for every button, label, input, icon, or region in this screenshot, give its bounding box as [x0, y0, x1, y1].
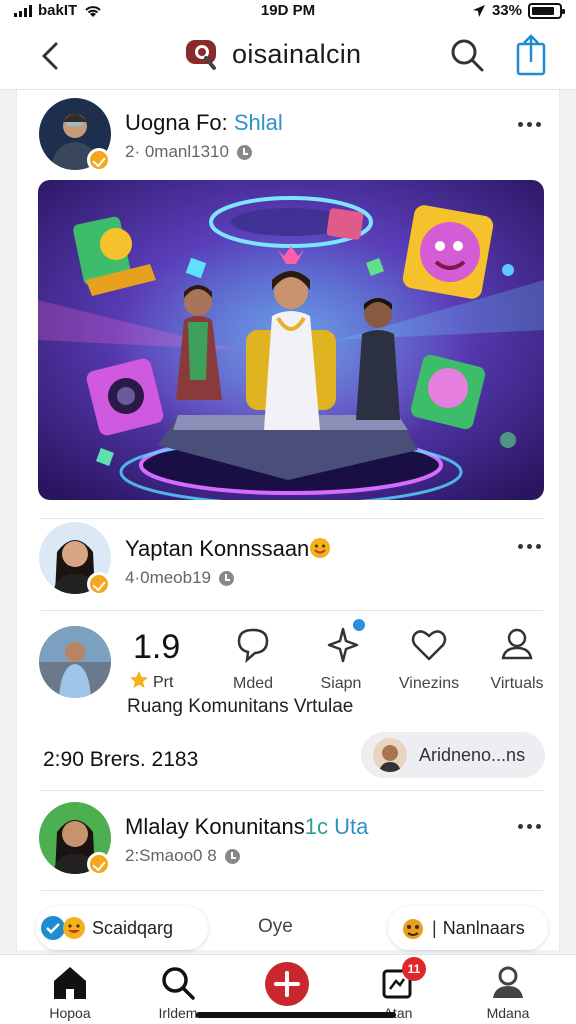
- verified-badge-icon: [87, 852, 111, 876]
- battery-icon: [528, 2, 565, 19]
- post-author[interactable]: Yaptan Konnssaan: [125, 536, 331, 562]
- post-author[interactable]: Mlalay Konunitans1c Uta: [125, 814, 368, 840]
- brand-name: oisainalcin: [232, 38, 362, 69]
- nav-profile[interactable]: Mdana: [460, 955, 556, 1024]
- nav-label: Mdana: [486, 1005, 530, 1021]
- app-header: oisainalcin: [0, 22, 576, 90]
- clock-time: 19D PM: [260, 2, 316, 19]
- avatar[interactable]: [39, 626, 111, 698]
- divider: [41, 890, 543, 891]
- search-icon: [162, 967, 195, 1000]
- chip-label: Scaidqarg: [92, 917, 174, 938]
- laugh-emoji-icon: [63, 917, 85, 939]
- heart-icon: [411, 630, 447, 661]
- stat-label: Prt: [153, 674, 174, 691]
- divider: [41, 518, 543, 519]
- add-icon: [265, 962, 309, 1006]
- reaction-chip-middle[interactable]: Oye: [258, 916, 293, 938]
- home-indicator: [196, 1012, 396, 1018]
- comment-icon: [237, 628, 269, 664]
- action-label: Mded: [232, 675, 274, 692]
- post-meta: 2· 0manl1310: [125, 142, 252, 162]
- post-author[interactable]: Uogna Fo: Shlal: [125, 110, 283, 136]
- post-meta: 2:Smaoo0 8: [125, 846, 240, 866]
- status-bar: bakIT 19D PM 33%: [0, 0, 576, 22]
- post-header[interactable]: Yaptan Konnssaan 4·0meob19: [17, 522, 559, 602]
- action-mded[interactable]: Mded: [213, 625, 293, 705]
- mascot-icon: [403, 919, 423, 939]
- feed: Uogna Fo: Shlal 2· 0manl1310 Yaptan Konn…: [16, 90, 560, 950]
- author-tag: Shlal: [233, 110, 283, 135]
- battery-percent: 33%: [491, 2, 522, 19]
- back-arrow-icon[interactable]: [34, 38, 70, 74]
- divider: [41, 610, 543, 611]
- post-meta: 4·0meob19: [125, 568, 235, 588]
- reaction-chip-right[interactable]: | Nanlnaars: [388, 906, 548, 950]
- clock-icon: [224, 848, 240, 864]
- action-virtuals[interactable]: Virtuals: [477, 625, 557, 705]
- brand[interactable]: oisainalcin: [184, 36, 361, 72]
- chip-label: Nanlnaars: [442, 917, 525, 938]
- user-icon: [501, 628, 533, 660]
- brand-logo-icon: [186, 40, 216, 70]
- stat-number: 1.9: [133, 628, 181, 666]
- battery-fill: [532, 6, 555, 15]
- pill-avatar: [373, 738, 407, 772]
- notification-count: 11: [402, 957, 426, 981]
- location-icon: [472, 4, 485, 17]
- clock-icon: [219, 570, 235, 586]
- post-footer-text: 2:90 Brers. 2183: [43, 748, 199, 771]
- share-icon[interactable]: [512, 34, 550, 76]
- user-pill[interactable]: Aridneno...ns: [361, 732, 545, 778]
- action-siapn[interactable]: Siapn: [301, 617, 381, 705]
- clock-icon: [236, 144, 252, 160]
- star-icon: [130, 671, 148, 688]
- action-label: Virtuals: [490, 675, 544, 692]
- action-vinezins[interactable]: Vinezins: [389, 625, 469, 705]
- home-icon: [54, 967, 86, 999]
- emoji-icon: [310, 538, 331, 558]
- profile-icon: [493, 966, 523, 998]
- nav-label: Hopoa: [49, 1005, 91, 1021]
- search-icon[interactable]: [448, 36, 486, 74]
- post-header[interactable]: Uogna Fo: Shlal 2· 0manl1310: [17, 96, 559, 176]
- post-image[interactable]: [38, 180, 544, 500]
- divider: [41, 790, 543, 791]
- verified-badge-icon: [87, 148, 111, 172]
- verified-badge-icon: [87, 572, 111, 596]
- community-name[interactable]: Ruang Komunitans Vrtulae: [127, 696, 353, 718]
- more-options-icon[interactable]: [512, 816, 546, 836]
- post-footer: 2:90 Brers. 2183 Aridneno...ns: [17, 730, 559, 790]
- action-label: Vinezins: [398, 675, 460, 692]
- pill-label: Aridneno...ns: [419, 744, 526, 765]
- reaction-chip-left[interactable]: Scaidqarg: [36, 906, 208, 950]
- action-label: Siapn: [320, 675, 362, 692]
- notification-dot: [351, 617, 367, 633]
- more-options-icon[interactable]: [512, 114, 546, 134]
- more-options-icon[interactable]: [512, 536, 546, 556]
- post-header[interactable]: Mlalay Konunitans1c Uta 2:Smaoo0 8: [17, 798, 559, 878]
- nav-home[interactable]: Hopoa: [22, 955, 118, 1024]
